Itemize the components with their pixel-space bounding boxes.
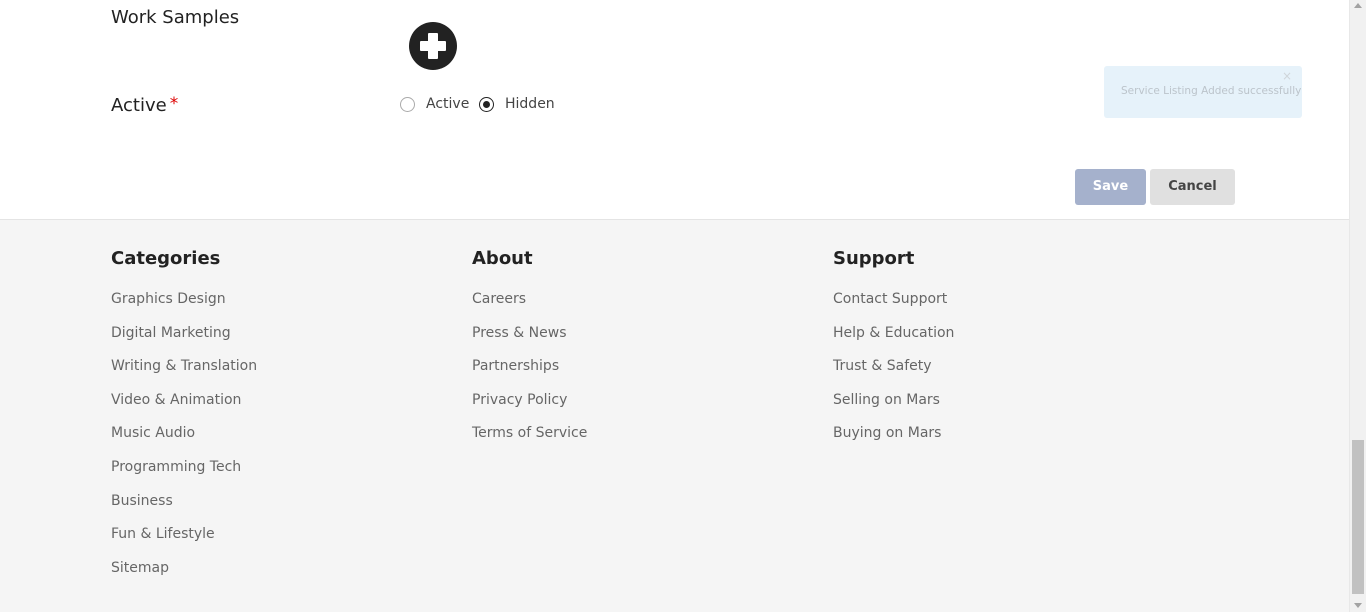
add-work-sample-button[interactable]	[409, 22, 457, 70]
footer-link[interactable]: Terms of Service	[472, 423, 587, 457]
save-button[interactable]: Save	[1075, 169, 1146, 205]
radio-selected-dot	[483, 101, 490, 108]
footer-column-about: About Careers Press & News Partnerships …	[472, 248, 587, 457]
footer-heading: Support	[833, 248, 915, 269]
footer-link[interactable]: Graphics Design	[111, 289, 257, 323]
footer-link[interactable]: Business	[111, 491, 257, 525]
footer-column-support: Support Contact Support Help & Education…	[833, 248, 954, 457]
required-asterisk: *	[169, 94, 179, 114]
radio-hidden[interactable]	[479, 97, 494, 112]
footer-link[interactable]: Writing & Translation	[111, 356, 257, 390]
footer-column-categories: Categories Graphics Design Digital Marke…	[111, 248, 257, 591]
footer-heading: Categories	[111, 248, 221, 269]
close-icon[interactable]: ×	[1282, 69, 1292, 83]
scroll-up-arrow-icon[interactable]	[1354, 3, 1362, 8]
footer-link[interactable]: Help & Education	[833, 323, 954, 357]
footer-link[interactable]: Careers	[472, 289, 587, 323]
footer-link[interactable]: Sitemap	[111, 558, 257, 592]
radio-active-label[interactable]: Active	[426, 96, 469, 112]
footer-link[interactable]: Digital Marketing	[111, 323, 257, 357]
footer-link[interactable]: Privacy Policy	[472, 390, 587, 424]
work-samples-label: Work Samples	[111, 7, 240, 28]
cancel-button[interactable]: Cancel	[1150, 169, 1235, 205]
footer-link[interactable]: Music Audio	[111, 423, 257, 457]
scrollbar-thumb[interactable]	[1352, 440, 1364, 594]
footer-link[interactable]: Partnerships	[472, 356, 587, 390]
site-footer: Categories Graphics Design Digital Marke…	[0, 219, 1349, 612]
footer-link[interactable]: Fun & Lifestyle	[111, 524, 257, 558]
active-label: Active *	[111, 94, 179, 116]
scroll-down-arrow-icon[interactable]	[1354, 603, 1362, 608]
footer-heading: About	[472, 248, 533, 269]
toast-message: Service Listing Added successfully	[1121, 85, 1302, 97]
vertical-scrollbar[interactable]	[1349, 0, 1366, 612]
footer-link[interactable]: Trust & Safety	[833, 356, 954, 390]
success-toast: × Service Listing Added successfully	[1104, 66, 1302, 118]
footer-link[interactable]: Programming Tech	[111, 457, 257, 491]
listing-form: Work Samples Active * Active Hidden × Ser…	[0, 0, 1349, 219]
footer-link[interactable]: Press & News	[472, 323, 587, 357]
footer-link[interactable]: Selling on Mars	[833, 390, 954, 424]
radio-active[interactable]	[400, 97, 415, 112]
footer-link[interactable]: Contact Support	[833, 289, 954, 323]
footer-link[interactable]: Buying on Mars	[833, 423, 954, 457]
footer-link[interactable]: Video & Animation	[111, 390, 257, 424]
radio-hidden-label[interactable]: Hidden	[505, 96, 555, 112]
